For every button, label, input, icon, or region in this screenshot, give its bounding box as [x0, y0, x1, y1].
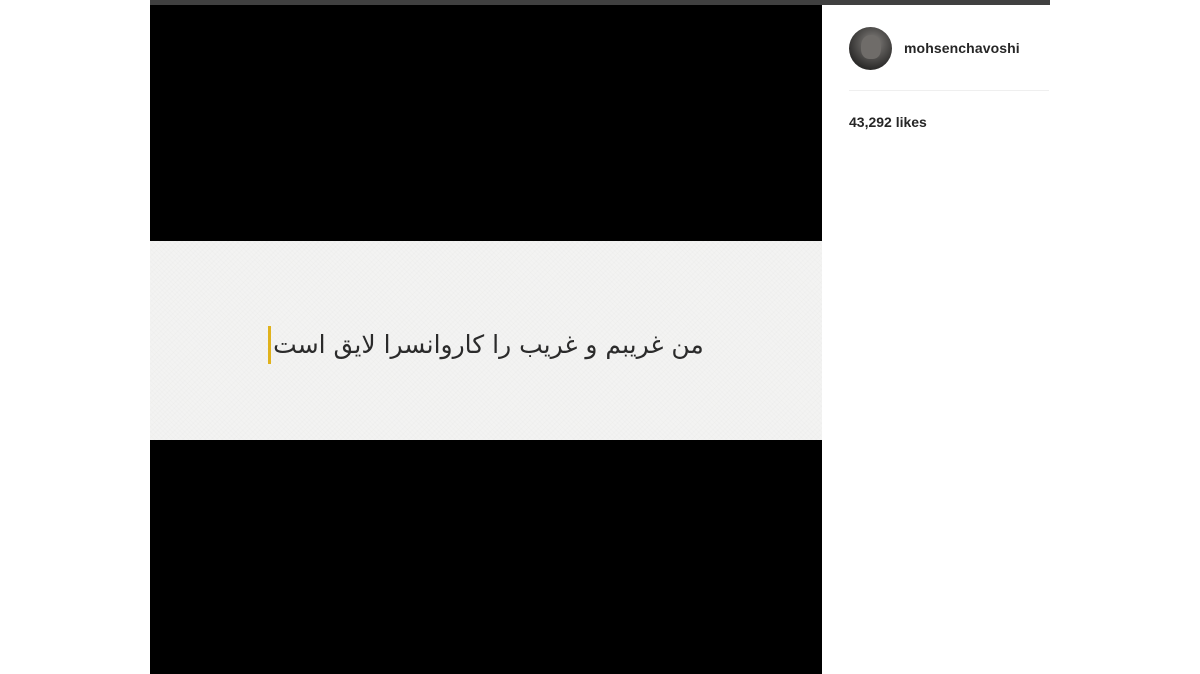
author-username-link[interactable]: mohsenchavoshi	[904, 40, 1020, 56]
post-sidebar: mohsenchavoshi 43,292 likes	[849, 26, 1049, 130]
paper-banner: من غریبم و غریب را کاروانسرا لایق است	[150, 241, 822, 440]
author-row: mohsenchavoshi	[849, 26, 1049, 70]
post-media[interactable]: من غریبم و غریب را کاروانسرا لایق است	[150, 5, 822, 674]
avatar[interactable]	[849, 26, 892, 70]
divider	[849, 90, 1049, 91]
caption-line: من غریبم و غریب را کاروانسرا لایق است	[150, 325, 822, 365]
likes-count[interactable]: 43,292 likes	[849, 114, 1049, 130]
typing-cursor	[268, 326, 272, 364]
media-caption-text: من غریبم و غریب را کاروانسرا لایق است	[273, 330, 704, 359]
